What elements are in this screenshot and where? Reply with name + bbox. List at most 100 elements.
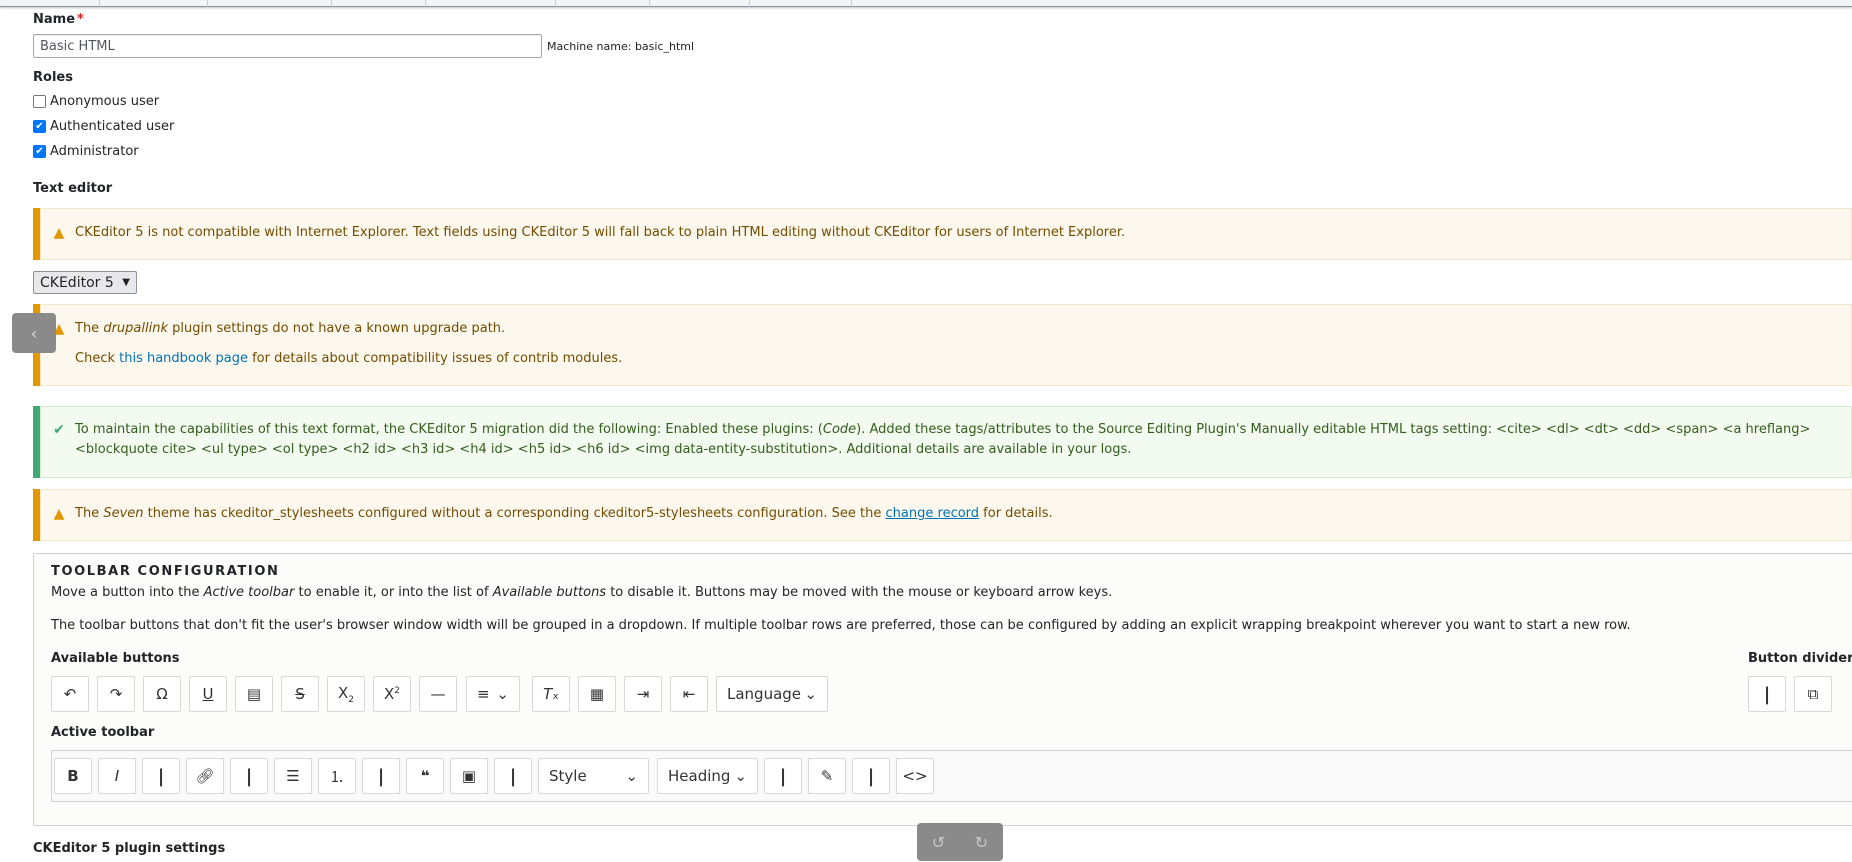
bulleted-list-button[interactable]: ☰ xyxy=(274,758,312,794)
tab[interactable] xyxy=(332,0,426,7)
chevron-down-icon: ⌄ xyxy=(734,767,747,785)
blockquote-button[interactable]: ❝ xyxy=(406,758,444,794)
alignment-dropdown[interactable]: ≡ ⌄ xyxy=(466,676,520,712)
bold-icon: B xyxy=(67,767,79,785)
sidebar-toggle-button[interactable]: ‹ xyxy=(12,313,56,353)
text: Move a button into the xyxy=(51,585,204,600)
underline-icon: U xyxy=(202,685,214,703)
style-dropdown[interactable]: Style ⌄ xyxy=(538,758,649,794)
undo-button[interactable]: ↶ xyxy=(51,676,89,712)
divider-icon: | xyxy=(779,765,787,787)
underline-button[interactable]: U xyxy=(189,676,227,712)
source-editing-button[interactable]: ✎ xyxy=(808,758,846,794)
italic-button[interactable]: I xyxy=(98,758,136,794)
floating-undo-bar: ↺ ↻ xyxy=(917,823,1003,861)
table-icon: ▦ xyxy=(589,685,605,703)
heading-dropdown[interactable]: Heading ⌄ xyxy=(657,758,758,794)
outdent-icon: ⇤ xyxy=(682,685,696,703)
handbook-link[interactable]: this handbook page xyxy=(119,351,248,366)
horizontal-line-icon: — xyxy=(430,685,446,703)
message-text-line2: Check this handbook page for details abo… xyxy=(75,349,1832,369)
divider-icon: | xyxy=(867,765,875,787)
divider-button[interactable]: | xyxy=(852,758,890,794)
link-icon: 🔗︎ xyxy=(195,767,215,785)
link-button[interactable]: 🔗︎ xyxy=(186,758,224,794)
indent-button[interactable]: ⇥ xyxy=(624,676,662,712)
divider-button[interactable]: | xyxy=(230,758,268,794)
name-input[interactable] xyxy=(33,34,542,58)
redo-button[interactable]: ↷ xyxy=(97,676,135,712)
redo-icon: ↷ xyxy=(109,685,123,703)
text: Available buttons xyxy=(492,585,607,600)
image-icon: ▣ xyxy=(461,767,477,785)
text-editor-select[interactable]: CKEditor 5 ▼ xyxy=(33,271,137,294)
top-tabs-bar xyxy=(0,0,1852,7)
bulleted-list-icon: ☰ xyxy=(286,767,300,785)
role-anonymous[interactable]: Anonymous user xyxy=(33,94,159,109)
code-button[interactable]: <> xyxy=(896,758,934,794)
strikethrough-button[interactable]: S xyxy=(281,676,319,712)
text: for details. xyxy=(979,506,1053,521)
tab[interactable] xyxy=(100,0,208,7)
tab[interactable] xyxy=(750,0,852,7)
superscript-button[interactable]: X2 xyxy=(373,676,411,712)
checkbox-checked[interactable]: ✔ xyxy=(33,145,46,158)
wrapping-breakpoint-button[interactable]: ⧉ xyxy=(1794,676,1832,712)
toolbar-help-text-2: The toolbar buttons that don't fit the u… xyxy=(51,618,1631,633)
image-button[interactable]: ▣ xyxy=(450,758,488,794)
plugin-name: Code xyxy=(822,422,857,437)
divider-button[interactable]: | xyxy=(142,758,180,794)
horizontal-line-button[interactable]: — xyxy=(419,676,457,712)
role-authenticated[interactable]: ✔ Authenticated user xyxy=(33,119,174,134)
machine-name: Machine name: basic_html xyxy=(547,40,695,53)
paste-from-office-button[interactable]: ▤ xyxy=(235,676,273,712)
paste-icon: ▤ xyxy=(246,685,262,703)
text: for details about compatibility issues o… xyxy=(247,351,623,366)
tab[interactable] xyxy=(426,0,556,7)
omega-icon: Ω xyxy=(156,685,168,703)
bold-button[interactable]: B xyxy=(54,758,92,794)
undo-icon: ↶ xyxy=(63,685,77,703)
special-characters-button[interactable]: Ω xyxy=(143,676,181,712)
active-toolbar-label: Active toolbar xyxy=(51,725,155,740)
divider-button[interactable]: | xyxy=(1748,676,1786,712)
redo-icon[interactable]: ↻ xyxy=(975,833,988,852)
quote-icon: ❝ xyxy=(420,767,430,785)
align-left-icon: ≡ xyxy=(477,685,490,703)
strikethrough-icon: S xyxy=(295,685,305,703)
divider-button[interactable]: | xyxy=(362,758,400,794)
text-editor-label: Text editor xyxy=(33,181,113,196)
numbered-list-icon: ⒈ xyxy=(329,767,345,786)
divider-icon: | xyxy=(245,765,253,787)
checkbox-checked[interactable]: ✔ xyxy=(33,120,46,133)
tab[interactable] xyxy=(556,0,650,7)
outdent-button[interactable]: ⇤ xyxy=(670,676,708,712)
numbered-list-button[interactable]: ⒈ xyxy=(318,758,356,794)
language-dropdown[interactable]: Language ⌄ xyxy=(716,676,828,712)
remove-format-icon: Tₓ xyxy=(543,685,559,703)
divider-button[interactable]: | xyxy=(764,758,802,794)
roles-label: Roles xyxy=(33,70,73,85)
change-record-link[interactable]: change record xyxy=(886,506,980,521)
divider-button[interactable]: | xyxy=(494,758,532,794)
text: ). Added these tags/attributes to the So… xyxy=(856,422,1811,437)
chevron-left-icon: ‹ xyxy=(30,323,38,343)
select-value: CKEditor 5 xyxy=(40,274,114,291)
tab[interactable] xyxy=(208,0,332,7)
tab[interactable] xyxy=(0,0,100,7)
available-buttons-label: Available buttons xyxy=(51,651,180,666)
text: The xyxy=(75,321,104,336)
remove-format-button[interactable]: Tₓ xyxy=(532,676,570,712)
text: Active toolbar xyxy=(203,585,295,600)
name-label: Name * xyxy=(33,12,84,27)
message-text: CKEditor 5 is not compatible with Intern… xyxy=(75,225,1126,240)
undo-icon[interactable]: ↺ xyxy=(932,833,945,852)
chevron-down-icon: ▼ xyxy=(122,277,130,288)
message-text: The Seven theme has ckeditor_stylesheets… xyxy=(75,504,1832,524)
table-button[interactable]: ▦ xyxy=(578,676,616,712)
warning-message-ie: ▲ CKEditor 5 is not compatible with Inte… xyxy=(33,208,1852,260)
role-administrator[interactable]: ✔ Administrator xyxy=(33,144,139,159)
tab[interactable] xyxy=(650,0,750,7)
subscript-button[interactable]: X2 xyxy=(327,676,365,712)
checkbox-unchecked[interactable] xyxy=(33,95,46,108)
